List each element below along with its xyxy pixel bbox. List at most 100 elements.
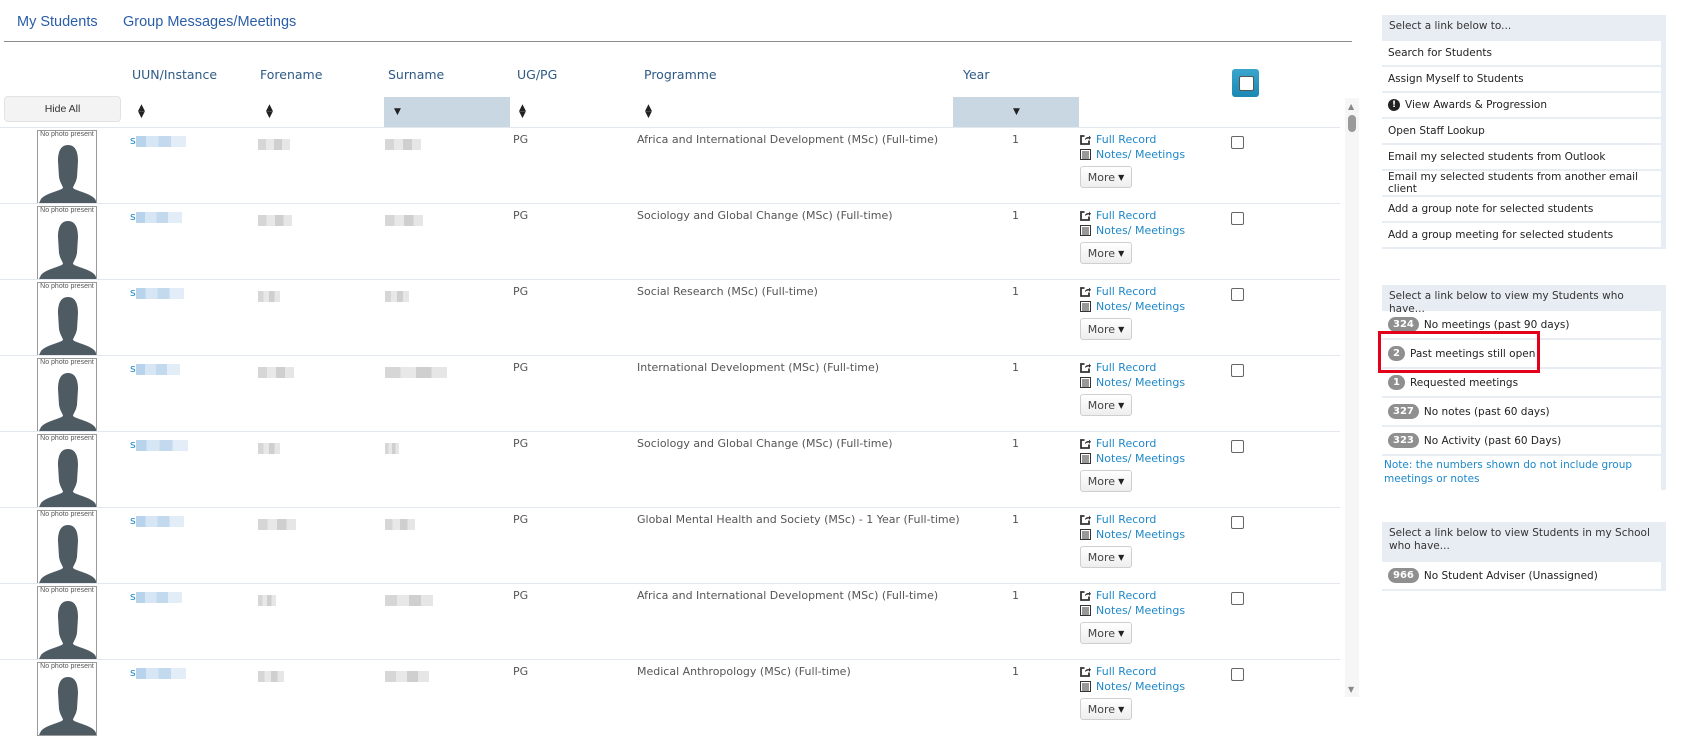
scroll-thumb[interactable] [1348, 115, 1356, 132]
notes-meetings-link[interactable]: Notes/ Meetings [1080, 603, 1185, 618]
list-icon [1080, 149, 1091, 160]
sort-desc-icon[interactable]: ▼ [1013, 108, 1020, 117]
column-header-uun[interactable]: UUN/Instance [132, 67, 217, 82]
notes-meetings-link[interactable]: Notes/ Meetings [1080, 679, 1185, 694]
link-label: View Awards & Progression [1405, 99, 1547, 111]
uun-link[interactable]: s [130, 590, 182, 603]
search-students-link[interactable]: Search for Students [1382, 41, 1661, 67]
sort-desc-icon[interactable]: ▼ [394, 108, 401, 117]
more-dropdown-button[interactable]: More ▼ [1080, 394, 1132, 416]
school-students-panel: Select a link below to view Students in … [1382, 522, 1666, 591]
full-record-link[interactable]: Full Record [1080, 436, 1185, 451]
open-staff-lookup-link[interactable]: Open Staff Lookup [1382, 119, 1661, 145]
more-dropdown-button[interactable]: More ▼ [1080, 242, 1132, 264]
forename-cell [258, 286, 280, 305]
notes-meetings-label: Notes/ Meetings [1096, 224, 1186, 237]
full-record-link[interactable]: Full Record [1080, 512, 1185, 527]
row-select-checkbox[interactable] [1231, 212, 1244, 225]
uun-link[interactable]: s [130, 134, 186, 147]
notes-meetings-link[interactable]: Notes/ Meetings [1080, 527, 1185, 542]
notes-meetings-link[interactable]: Notes/ Meetings [1080, 299, 1185, 314]
full-record-link[interactable]: Full Record [1080, 284, 1185, 299]
uun-link[interactable]: s [130, 514, 184, 527]
redacted-surname [385, 367, 447, 378]
column-header-year[interactable]: Year [963, 67, 989, 82]
sort-both-icon[interactable]: ▲ ▼ [138, 104, 145, 120]
full-record-link[interactable]: Full Record [1080, 588, 1185, 603]
more-dropdown-button[interactable]: More ▼ [1080, 166, 1132, 188]
forename-cell [258, 590, 276, 609]
uun-link[interactable]: s [130, 666, 186, 679]
uun-link[interactable]: s [130, 286, 184, 299]
filter-requested-meetings[interactable]: 1 Requested meetings [1382, 369, 1661, 398]
person-silhouette-icon [39, 601, 96, 659]
full-record-link[interactable]: Full Record [1080, 132, 1185, 147]
email-outlook-link[interactable]: Email my selected students from Outlook [1382, 145, 1661, 171]
column-header-forename[interactable]: Forename [260, 67, 322, 82]
sort-both-icon[interactable]: ▲ ▼ [519, 104, 526, 120]
full-record-label: Full Record [1096, 133, 1157, 146]
filter-no-student-adviser[interactable]: 966 No Student Adviser (Unassigned) [1382, 562, 1661, 591]
sort-both-icon[interactable]: ▲ ▼ [266, 104, 273, 120]
filter-past-meetings-open[interactable]: 2 Past meetings still open [1382, 340, 1661, 369]
scroll-down-arrow-icon[interactable]: ▼ [1348, 685, 1354, 694]
more-dropdown-button[interactable]: More ▼ [1080, 698, 1132, 720]
notes-meetings-link[interactable]: Notes/ Meetings [1080, 375, 1185, 390]
view-awards-progression-link[interactable]: ! View Awards & Progression [1382, 93, 1661, 119]
full-record-link[interactable]: Full Record [1080, 360, 1185, 375]
sort-cell-year: ▼ [953, 97, 1079, 128]
my-students-filters-header: Select a link below to view my Students … [1389, 290, 1624, 315]
sort-cell-programme: ▲ ▼ [640, 97, 760, 128]
column-header-surname[interactable]: Surname [388, 67, 444, 82]
student-photo-placeholder: No photo present [37, 206, 97, 280]
row-select-checkbox[interactable] [1231, 288, 1244, 301]
tab-group-messages-meetings[interactable]: Group Messages/Meetings [123, 14, 296, 30]
notes-meetings-link[interactable]: Notes/ Meetings [1080, 451, 1185, 466]
redacted-surname [385, 671, 429, 682]
student-photo-placeholder: No photo present [37, 358, 97, 432]
add-group-meeting-link[interactable]: Add a group meeting for selected student… [1382, 223, 1661, 249]
row-select-checkbox[interactable] [1231, 592, 1244, 605]
table-row: No photo present s PG Global Mental Heal… [0, 507, 1340, 584]
filter-no-activity[interactable]: 323 No Activity (past 60 Days) [1382, 427, 1661, 456]
link-label: Add a group note for selected students [1388, 203, 1594, 215]
more-dropdown-button[interactable]: More ▼ [1080, 622, 1132, 644]
link-label: Open Staff Lookup [1388, 125, 1485, 137]
more-dropdown-button[interactable]: More ▼ [1080, 318, 1132, 340]
filter-label: No Student Adviser (Unassigned) [1423, 569, 1598, 582]
assign-myself-link[interactable]: Assign Myself to Students [1382, 67, 1661, 93]
add-group-note-link[interactable]: Add a group note for selected students [1382, 197, 1661, 223]
notes-meetings-link[interactable]: Notes/ Meetings [1080, 147, 1185, 162]
sort-both-icon[interactable]: ▲ ▼ [645, 104, 652, 120]
more-dropdown-button[interactable]: More ▼ [1080, 546, 1132, 568]
uun-link[interactable]: s [130, 210, 182, 223]
full-record-link[interactable]: Full Record [1080, 664, 1185, 679]
row-select-checkbox[interactable] [1231, 364, 1244, 377]
row-select-checkbox[interactable] [1231, 440, 1244, 453]
uun-link[interactable]: s [130, 438, 188, 451]
full-record-link[interactable]: Full Record [1080, 208, 1185, 223]
sort-cell-uun: ▲ ▼ [128, 97, 248, 128]
notes-meetings-link[interactable]: Notes/ Meetings [1080, 223, 1185, 238]
filter-no-notes[interactable]: 327 No notes (past 60 days) [1382, 398, 1661, 427]
more-dropdown-button[interactable]: More ▼ [1080, 470, 1132, 492]
sort-cell-surname: ▼ [384, 97, 510, 128]
table-scrollbar[interactable]: ▲ ▼ [1345, 98, 1359, 697]
hide-all-button[interactable]: Hide All [4, 96, 121, 122]
column-header-programme[interactable]: Programme [644, 67, 717, 82]
ugpg-cell: PG [513, 285, 529, 298]
scroll-up-arrow-icon[interactable]: ▲ [1348, 102, 1354, 111]
select-all-checkbox[interactable] [1232, 69, 1259, 97]
row-select-checkbox[interactable] [1231, 136, 1244, 149]
full-record-label: Full Record [1096, 513, 1157, 526]
email-other-client-link[interactable]: Email my selected students from another … [1382, 171, 1661, 197]
tab-my-students[interactable]: My Students [17, 14, 98, 30]
redacted-forename [258, 671, 284, 682]
caret-down-icon: ▼ [1118, 400, 1125, 410]
row-select-checkbox[interactable] [1231, 668, 1244, 681]
link-label: Search for Students [1388, 47, 1492, 59]
uun-link[interactable]: s [130, 362, 180, 375]
column-header-ugpg[interactable]: UG/PG [517, 67, 557, 82]
row-select-checkbox[interactable] [1231, 516, 1244, 529]
list-icon [1080, 681, 1091, 692]
